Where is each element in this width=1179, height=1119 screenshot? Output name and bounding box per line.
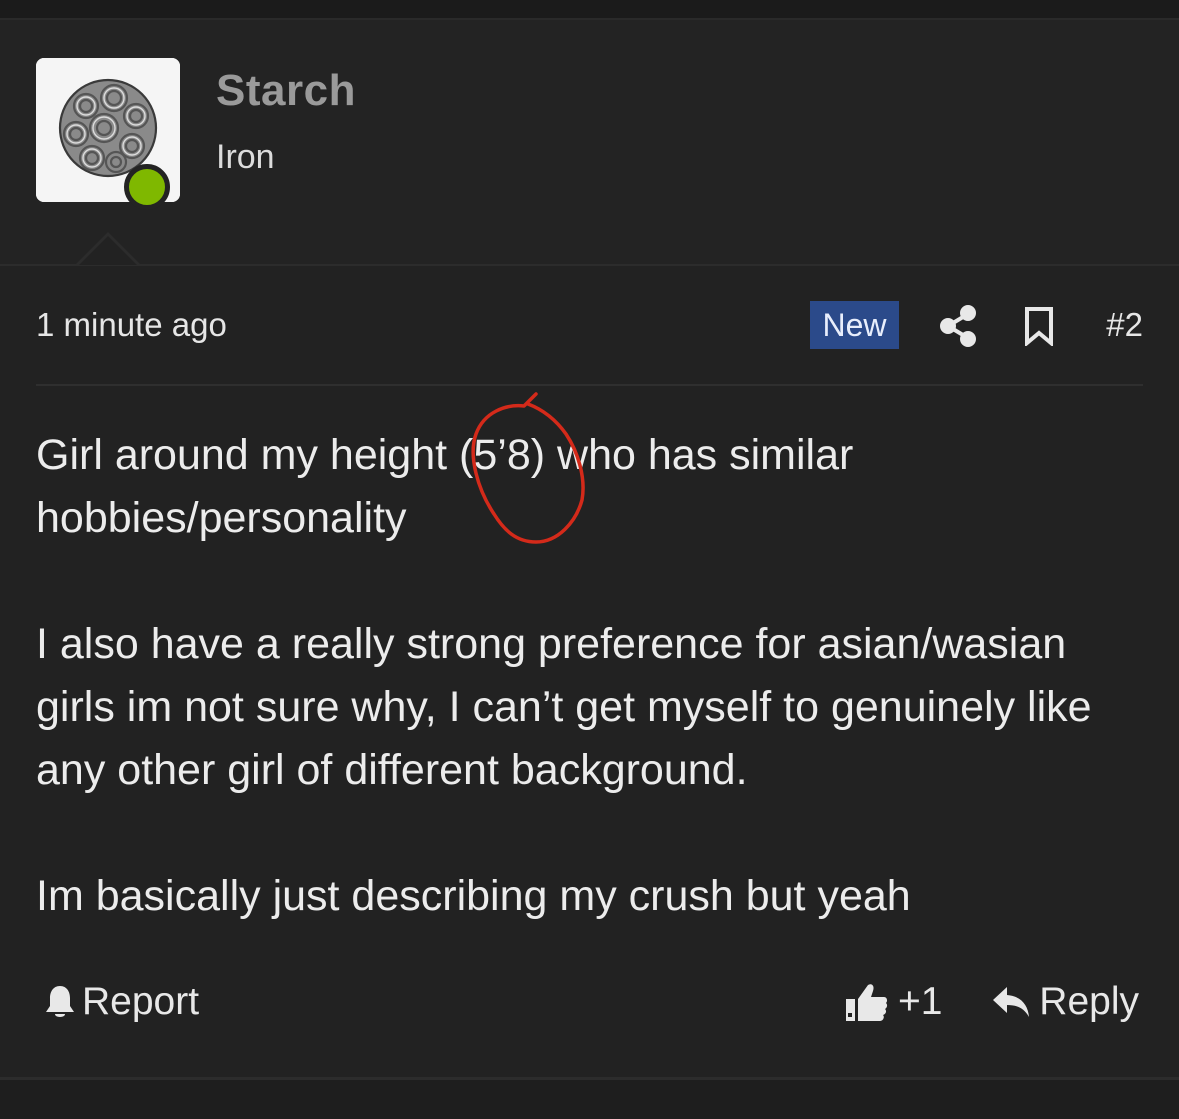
circled-height: (5’8): [459, 431, 546, 479]
bell-icon: [46, 986, 74, 1017]
post-meta-row: 1 minute ago New #2: [36, 296, 1143, 356]
paragraph-1-start: Girl around my height: [36, 431, 460, 479]
reply-icon: [993, 987, 1030, 1017]
avatar-wrap[interactable]: [36, 58, 180, 210]
top-strip: [0, 0, 1179, 20]
like-button[interactable]: +1: [844, 980, 942, 1024]
share-icon[interactable]: [938, 304, 978, 348]
post-pointer-inner: [79, 236, 137, 265]
post-paragraph-3: Im basically just describing my crush bu…: [36, 872, 911, 920]
post-number[interactable]: #2: [1106, 306, 1143, 344]
thumbs-up-icon: [846, 984, 888, 1021]
bookmark-icon[interactable]: [1022, 306, 1056, 346]
author-name[interactable]: Starch: [216, 66, 356, 116]
reply-button[interactable]: Reply: [991, 980, 1139, 1024]
like-count: +1: [898, 980, 943, 1023]
author-title: Iron: [216, 138, 275, 176]
report-label: Report: [82, 980, 200, 1023]
post-actions: Report +1 Reply: [36, 970, 1143, 1040]
next-post-strip: [0, 1080, 1179, 1119]
post-body: Girl around my height (5’8) who has simi…: [36, 424, 1143, 928]
author-block: Starch Iron: [0, 20, 1179, 266]
post-timestamp[interactable]: 1 minute ago: [36, 306, 227, 344]
online-status-dot: [124, 164, 170, 210]
report-button[interactable]: Report: [44, 980, 199, 1024]
post-paragraph-1: Girl around my height (5’8) who has simi…: [36, 424, 1143, 550]
reply-label: Reply: [1039, 980, 1139, 1023]
new-badge: New: [810, 301, 899, 349]
meta-divider: [36, 384, 1143, 386]
post-paragraph-2: I also have a really strong preference f…: [36, 620, 1092, 794]
forum-post-page: Starch Iron 1 minute ago New #2 Girl aro…: [0, 0, 1179, 1119]
